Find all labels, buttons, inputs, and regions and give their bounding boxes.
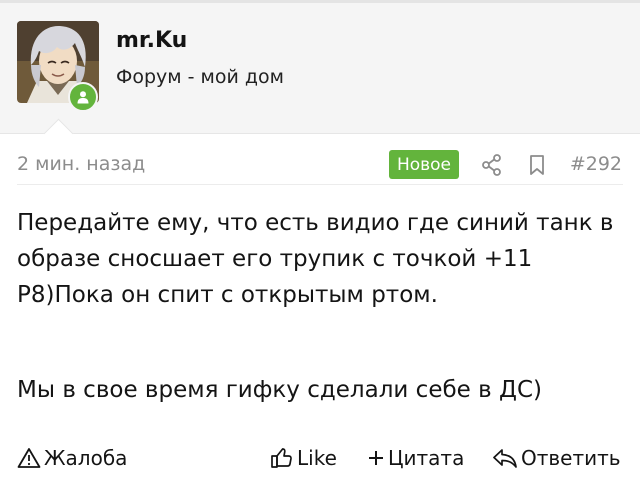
username-link[interactable]: mr.Ku — [116, 28, 187, 53]
message-body: Передайте ему, что есть видио где синий … — [17, 205, 627, 408]
reply-label: Ответить — [521, 446, 621, 470]
online-status-icon — [68, 82, 98, 112]
meta-divider — [17, 184, 623, 185]
reply-button[interactable]: Ответить — [492, 443, 621, 473]
user-title: Форум - мой дом — [116, 66, 284, 88]
report-label: Жалоба — [44, 446, 128, 470]
post-number-link[interactable]: #292 — [570, 153, 622, 175]
post-timestamp[interactable]: 2 мин. назад — [17, 153, 145, 175]
plus-icon — [369, 451, 383, 465]
warning-icon — [17, 448, 41, 468]
thumbs-up-icon — [271, 448, 292, 468]
new-badge: Новое — [389, 150, 459, 179]
header-divider — [0, 133, 640, 134]
quote-button[interactable]: Цитата — [367, 443, 464, 473]
like-button[interactable]: Like — [270, 443, 337, 473]
report-button[interactable]: Жалоба — [17, 443, 127, 473]
like-label: Like — [297, 446, 337, 470]
bookmark-icon[interactable] — [527, 153, 547, 177]
person-icon — [77, 91, 89, 104]
message-actions: Жалоба Like Цитата Ответить — [0, 443, 640, 473]
message-paragraph: Мы в свое время гифку сделали себе в ДС) — [17, 377, 542, 403]
reply-icon — [493, 449, 517, 468]
message-paragraph: Передайте ему, что есть видио где синий … — [17, 210, 614, 308]
share-icon[interactable] — [481, 153, 503, 177]
quote-label: Цитата — [388, 446, 465, 470]
